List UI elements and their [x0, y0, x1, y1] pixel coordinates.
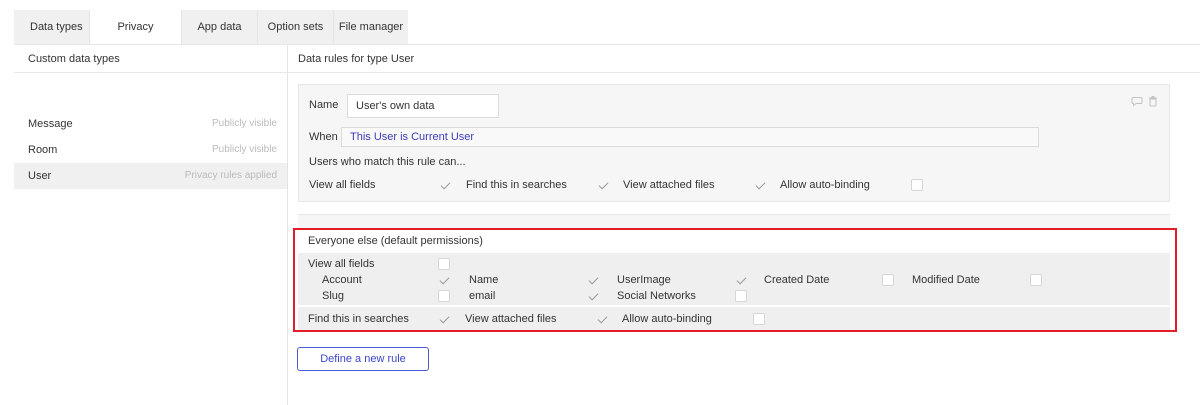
perm-label: Find this in searches: [308, 313, 409, 325]
rule-condition-field[interactable]: This User is Current User: [341, 127, 1039, 147]
field-social-networks-checkbox[interactable]: [735, 290, 747, 302]
field-label: Account: [322, 274, 362, 286]
field-slug-checkbox[interactable]: [438, 290, 450, 302]
field-label: Name: [469, 274, 499, 286]
sidebar-item-label: Message: [28, 118, 73, 130]
tab-app-data[interactable]: App data: [182, 10, 258, 44]
rule-view-attached-files-checkbox[interactable]: [754, 179, 766, 191]
default-permissions-title: Everyone else (default permissions): [308, 235, 483, 247]
field-userimage-checkbox[interactable]: [735, 274, 747, 286]
tab-bar: Data types Privacy App data Option sets …: [14, 10, 408, 44]
sidebar: Custom data types Message Publicly visib…: [14, 45, 288, 405]
field-label: UserImage: [617, 274, 671, 286]
field-account-checkbox[interactable]: [438, 274, 450, 286]
sidebar-title: Custom data types: [14, 45, 287, 73]
panel-spacer: [298, 215, 1170, 229]
default-permissions-body: Everyone else (default permissions) View…: [298, 229, 1170, 331]
field-modified-date-checkbox[interactable]: [1030, 274, 1042, 286]
rule-name-label: Name: [309, 99, 339, 111]
perm-label: Allow auto-binding: [622, 313, 712, 325]
field-created-date-checkbox[interactable]: [882, 274, 894, 286]
card-actions: [1131, 95, 1159, 107]
rule-find-in-searches-checkbox[interactable]: [597, 179, 609, 191]
sidebar-item-status: Publicly visible: [211, 118, 277, 129]
data-type-list: Message Publicly visible Room Publicly v…: [14, 111, 287, 189]
perm-label: View attached files: [465, 313, 557, 325]
default-permissions-panel: Everyone else (default permissions) View…: [298, 214, 1170, 331]
sidebar-item-label: User: [28, 170, 52, 182]
tab-data-types[interactable]: Data types: [14, 10, 90, 44]
default-find-in-searches-checkbox[interactable]: [438, 313, 450, 325]
perm-label: Allow auto-binding: [780, 179, 870, 191]
tab-privacy[interactable]: Privacy: [90, 10, 182, 44]
page-title: Data rules for type User: [298, 53, 415, 65]
field-email-checkbox[interactable]: [587, 290, 599, 302]
sidebar-item-label: Room: [28, 144, 58, 156]
field-label: Modified Date: [912, 274, 980, 286]
sidebar-item-status: Privacy rules applied: [184, 170, 277, 181]
rule-view-all-fields-checkbox[interactable]: [439, 179, 451, 191]
field-label: Slug: [322, 290, 345, 302]
tab-option-sets[interactable]: Option sets: [258, 10, 334, 44]
sidebar-item-status: Publicly visible: [211, 144, 277, 155]
field-label: Social Networks: [617, 290, 696, 302]
perm-label: Find this in searches: [466, 179, 567, 191]
sidebar-item-user[interactable]: User Privacy rules applied: [14, 163, 287, 189]
rule-match-text: Users who match this rule can...: [309, 156, 466, 168]
rule-when-label: When: [309, 131, 338, 143]
trash-icon[interactable]: [1147, 95, 1159, 107]
default-allow-auto-binding-checkbox[interactable]: [753, 313, 765, 325]
rule-allow-auto-binding-checkbox[interactable]: [911, 179, 923, 191]
sidebar-item-room[interactable]: Room Publicly visible: [14, 137, 287, 163]
tab-file-manager[interactable]: File manager: [334, 10, 408, 44]
perm-label: View all fields: [309, 179, 376, 191]
default-view-all-fields-checkbox[interactable]: [438, 258, 450, 270]
field-label: Created Date: [764, 274, 830, 286]
privacy-rule-card: Name When This User is Current User User…: [298, 84, 1170, 202]
comment-icon[interactable]: [1131, 95, 1143, 107]
view-all-fields-label: View all fields: [308, 258, 375, 270]
field-name-checkbox[interactable]: [587, 274, 599, 286]
perm-label: View attached files: [623, 179, 715, 191]
rule-name-input[interactable]: [347, 94, 499, 118]
header-divider: [288, 72, 1200, 73]
field-label: email: [469, 290, 496, 302]
define-new-rule-button[interactable]: Define a new rule: [297, 347, 429, 371]
perm-band: [298, 307, 1170, 331]
default-view-attached-files-checkbox[interactable]: [596, 313, 608, 325]
sidebar-item-message[interactable]: Message Publicly visible: [14, 111, 287, 137]
